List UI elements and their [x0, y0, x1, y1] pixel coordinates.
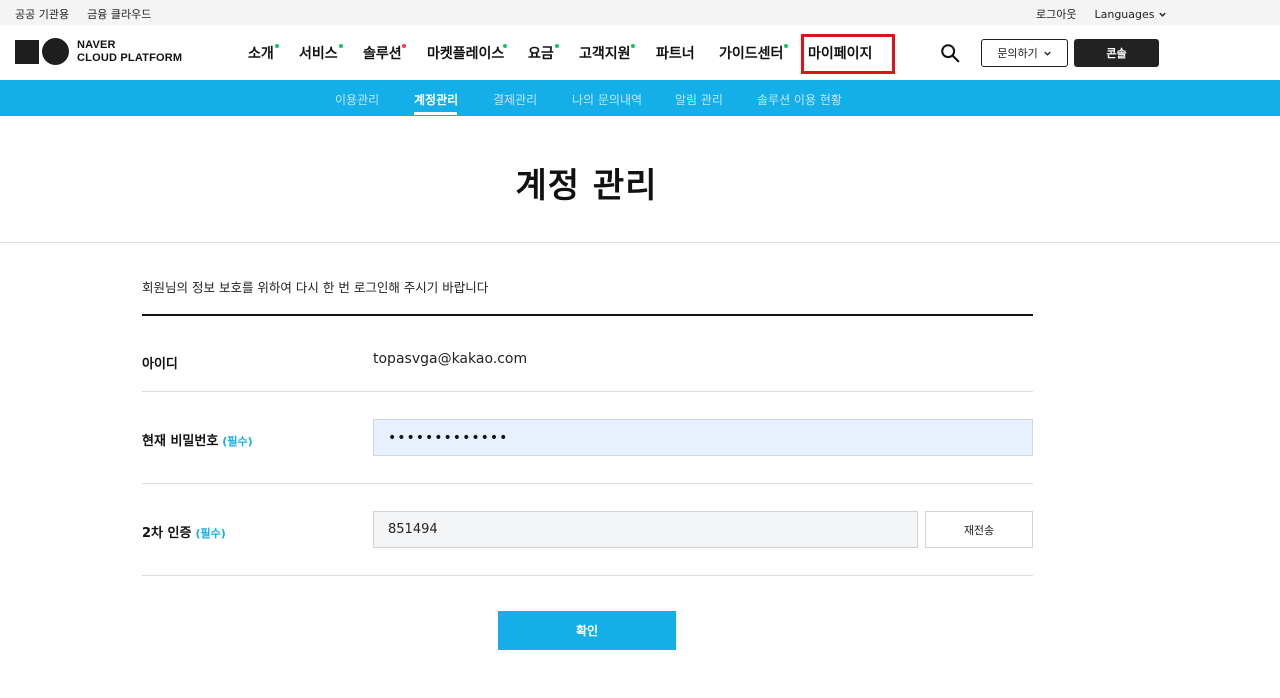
logo-line-1: NAVER: [77, 38, 116, 51]
tab-solution-usage[interactable]: 솔루션 이용 현황: [757, 91, 842, 108]
nav-label: 요금: [528, 46, 554, 62]
inquiry-label: 문의하기: [997, 47, 1038, 60]
tab-notification-management[interactable]: 알림 관리: [675, 91, 723, 108]
nav-label: 마켓플레이스: [427, 46, 505, 62]
nav-label: 고객지원: [579, 46, 631, 62]
current-password-input[interactable]: •••••••••••••: [373, 419, 1033, 456]
new-dot: [503, 44, 507, 48]
logo-line-2: CLOUD PLATFORM: [77, 51, 183, 64]
header: NAVER CLOUD PLATFORM 소개 서비스 솔루션 마켓플레이스 요…: [0, 25, 1280, 80]
console-button[interactable]: 콘솔: [1074, 39, 1159, 67]
inquiry-dropdown-button[interactable]: 문의하기: [981, 39, 1068, 67]
second-auth-label-text: 2차 인증: [142, 526, 192, 541]
logo-square-mark: [15, 39, 39, 64]
tab-my-inquiries[interactable]: 나의 문의내역: [572, 91, 642, 108]
logo[interactable]: NAVER CLOUD PLATFORM: [15, 38, 182, 65]
required-badge: (필수): [195, 527, 226, 540]
nav-item-pricing[interactable]: 요금: [528, 43, 554, 63]
confirm-button[interactable]: 확인: [498, 611, 676, 650]
new-dot: [555, 44, 559, 48]
languages-dropdown[interactable]: Languages: [1094, 8, 1166, 21]
required-badge: (필수): [222, 435, 253, 448]
nav-item-guide-center[interactable]: 가이드센터: [719, 43, 783, 63]
tab-account-management[interactable]: 계정관리: [414, 91, 458, 108]
id-label-text: 아이디: [142, 357, 178, 372]
new-dot: [784, 44, 788, 48]
nav-label: 서비스: [299, 46, 338, 62]
row-divider: [142, 483, 1033, 484]
finance-cloud-link[interactable]: 금융 클라우드: [87, 6, 151, 22]
mypage-subnav: 이용관리 계정관리 결제관리 나의 문의내역 알림 관리 솔루션 이용 현황: [0, 80, 1280, 116]
second-auth-label: 2차 인증 (필수): [142, 522, 226, 541]
nav-item-intro[interactable]: 소개: [248, 43, 274, 63]
logo-circle-mark: [42, 38, 69, 65]
new-dot: [275, 44, 279, 48]
languages-label: Languages: [1094, 7, 1155, 21]
new-dot: [402, 44, 406, 48]
tab-usage-management[interactable]: 이용관리: [335, 91, 379, 108]
page-title: 계정 관리: [515, 166, 658, 206]
row-divider: [142, 391, 1033, 392]
row-divider: [142, 575, 1033, 576]
nav-label: 가이드센터: [719, 46, 784, 62]
reauth-notice: 회원님의 정보 보호를 위하여 다시 한 번 로그인해 주시기 바랍니다: [142, 280, 489, 295]
new-dot: [339, 44, 343, 48]
nav-label: 소개: [248, 46, 274, 62]
nav-item-marketplace[interactable]: 마켓플레이스: [427, 43, 504, 63]
nav-item-solutions[interactable]: 솔루션: [363, 43, 402, 63]
password-label: 현재 비밀번호 (필수): [142, 430, 253, 449]
nav-item-partners[interactable]: 파트너: [656, 43, 695, 63]
chevron-down-icon: [1044, 51, 1051, 56]
logout-link[interactable]: 로그아웃: [1036, 6, 1076, 22]
nav-item-services[interactable]: 서비스: [299, 43, 338, 63]
nav-label: 솔루션: [363, 46, 402, 62]
logo-text: NAVER CLOUD PLATFORM: [77, 39, 182, 65]
resend-button[interactable]: 재전송: [925, 511, 1033, 548]
nav-item-support[interactable]: 고객지원: [579, 43, 631, 63]
verification-code-input[interactable]: 851494: [373, 511, 918, 548]
active-tab-indicator: [414, 112, 457, 115]
divider: [0, 242, 1280, 243]
nav-label: 파트너: [656, 46, 695, 62]
highlight-box: [801, 34, 895, 74]
utility-bar: 공공 기관용 금융 클라우드 로그아웃 Languages: [0, 0, 1280, 25]
form-top-border: [142, 314, 1033, 316]
password-label-text: 현재 비밀번호: [142, 434, 219, 449]
search-icon[interactable]: [939, 42, 961, 64]
public-institution-link[interactable]: 공공 기관용: [15, 6, 69, 22]
tab-billing-management[interactable]: 결제관리: [493, 91, 537, 108]
id-label: 아이디: [142, 353, 178, 372]
new-dot: [631, 44, 635, 48]
chevron-down-icon: [1158, 12, 1166, 17]
id-value: topasvga@kakao.com: [373, 351, 528, 367]
